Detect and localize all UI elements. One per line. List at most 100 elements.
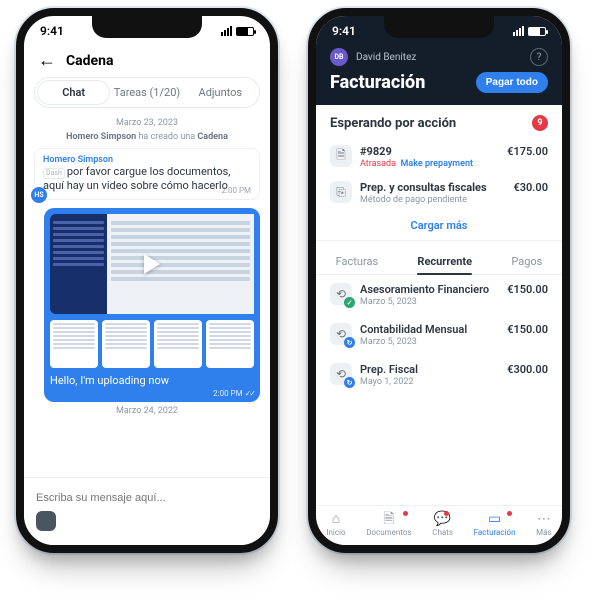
nav-label: Documentos [366, 528, 411, 537]
recurring-date: Mayo 1, 2022 [360, 377, 548, 387]
message-composer [24, 477, 270, 545]
recurring-item[interactable]: ⟲↻ Prep. Fiscal€300.00 Mayo 1, 2022 [330, 355, 548, 395]
signal-icon [221, 26, 232, 36]
status-indicators [221, 26, 254, 36]
help-icon[interactable]: ? [530, 48, 548, 66]
nav-chats[interactable]: 💬Chats [432, 512, 453, 537]
chat-header: ← Cadena [24, 46, 270, 77]
billing-phone: 9:41 DB David Benitez ? Facturación Paga… [308, 8, 570, 553]
nav-label: Chats [432, 528, 453, 537]
nav-home[interactable]: ⌂ Inicio [326, 512, 345, 537]
status-bar: 9:41 [316, 16, 562, 46]
status-indicators [513, 26, 546, 36]
recurring-date: Marzo 5, 2023 [360, 337, 548, 347]
bottom-navbar: ⌂Inicio 🗎Documentos 💬Chats ▭Facturación … [316, 505, 562, 545]
recurring-price: €150.00 [507, 323, 548, 336]
nav-label: Inicio [326, 528, 345, 537]
doc-thumb[interactable] [154, 320, 202, 368]
billing-tabs: Facturas Recurrente Pagos [316, 241, 562, 275]
recurring-icon: ⟲↻ [330, 363, 352, 385]
waiting-count-badge: 9 [532, 115, 548, 131]
status-bar: 9:41 [24, 16, 270, 46]
invoice-name: Prep. y consultas fiscales [360, 181, 487, 194]
recurring-name: Prep. Fiscal [360, 363, 418, 376]
nav-more[interactable]: ⋯ Más [536, 512, 551, 537]
outgoing-message[interactable]: Hello, I'm uploading now 2:00 PM✓✓ [44, 208, 260, 402]
date-separator: Marzo 24, 2022 [34, 406, 260, 416]
back-arrow-icon[interactable]: ← [38, 50, 56, 71]
page-title: Facturación [330, 72, 425, 93]
video-attachment[interactable] [50, 214, 254, 314]
recurring-item[interactable]: ⟲↻ Contabilidad Mensual €150.00 Marzo 5, … [330, 315, 548, 355]
recurring-item[interactable]: ⟲✓ Asesoramiento Financiero€150.00 Marzo… [330, 275, 548, 315]
message-body: por favor cargue los documentos, aquí ha… [43, 165, 230, 192]
nav-label: Más [536, 528, 551, 537]
attachment-button[interactable] [36, 511, 56, 531]
message-sender: Homero Simpson [43, 155, 251, 165]
tab-attachments[interactable]: Adjuntos [184, 80, 257, 105]
user-name: David Benitez [356, 52, 416, 63]
doc-thumb[interactable] [50, 320, 98, 368]
signal-icon [513, 26, 524, 36]
status-sync-icon: ↻ [344, 377, 355, 388]
status-time: 9:41 [40, 24, 64, 38]
doc-thumb[interactable] [102, 320, 150, 368]
tab-chat[interactable]: Chat [37, 80, 110, 105]
billing-title-row: Facturación Pagar todo [316, 68, 562, 93]
nav-documents[interactable]: 🗎 Documentos [366, 512, 411, 537]
message-time: 2:00 PM [222, 186, 251, 195]
status-sync-icon: ↻ [344, 337, 355, 348]
tab-tasks[interactable]: Tareas (1/20) [110, 80, 183, 105]
document-icon: 🗎 [330, 145, 352, 167]
system-chain: Cadena [197, 132, 228, 142]
dash-badge: Dash [43, 168, 65, 179]
chat-tabs: Chat Tareas (1/20) Adjuntos [34, 77, 260, 108]
notification-dot [507, 511, 512, 516]
date-separator: Marzo 23, 2023 [34, 118, 260, 128]
wallet-icon: ▭ [488, 512, 501, 526]
system-message: Homero Simpson ha creado una Cadena [34, 132, 260, 142]
tab-facturas[interactable]: Facturas [328, 249, 386, 274]
outgoing-time: 2:00 PM✓✓ [50, 389, 254, 398]
read-checks-icon: ✓✓ [245, 389, 254, 398]
notification-dot [403, 511, 408, 516]
play-icon[interactable] [144, 254, 160, 274]
doc-thumb[interactable] [206, 320, 254, 368]
recurring-icon: ⟲✓ [330, 283, 352, 305]
invoice-item[interactable]: 🗎 #9829 €175.00 Atrasada Make prepayment [330, 139, 548, 175]
message-text: Dashpor favor cargue los documentos, aqu… [43, 165, 251, 193]
nav-label: Facturación [474, 528, 516, 537]
recurring-price: €150.00 [507, 283, 548, 296]
overdue-label: Atrasada [360, 159, 396, 169]
incoming-message[interactable]: Homero Simpson Dashpor favor cargue los … [34, 148, 260, 200]
outgoing-text: Hello, I'm uploading now [50, 374, 254, 387]
tab-recurrente[interactable]: Recurrente [409, 249, 480, 274]
recurring-name: Asesoramiento Financiero [360, 283, 489, 296]
prepayment-link[interactable]: Make prepayment [401, 159, 474, 169]
documents-icon: 🗎 [383, 512, 394, 526]
invoice-number: #9829 [360, 145, 392, 158]
load-more-button[interactable]: Cargar más [330, 211, 548, 236]
billing-header-dark: 9:41 DB David Benitez ? Facturación Paga… [316, 16, 562, 105]
invoice-sub: Atrasada Make prepayment [360, 159, 548, 169]
invoice-price: €30.00 [513, 181, 548, 194]
user-avatar[interactable]: DB [330, 48, 348, 66]
recurring-icon: ⟲↻ [330, 323, 352, 345]
chat-title: Cadena [66, 53, 113, 69]
message-input[interactable] [36, 492, 258, 504]
nav-billing[interactable]: ▭ Facturación [474, 512, 516, 537]
tab-pagos[interactable]: Pagos [503, 249, 550, 274]
receipt-icon: ⎘ [330, 181, 352, 203]
home-icon: ⌂ [332, 512, 340, 526]
notification-dot [444, 511, 449, 516]
recurring-name: Contabilidad Mensual [360, 323, 467, 336]
more-icon: ⋯ [537, 512, 551, 526]
chat-phone: 9:41 ← Cadena Chat Tareas (1/20) Adjunto… [16, 8, 278, 553]
invoice-price: €175.00 [507, 145, 548, 158]
status-ok-icon: ✓ [344, 297, 355, 308]
user-row[interactable]: DB David Benitez ? [316, 46, 562, 68]
pay-all-button[interactable]: Pagar todo [476, 72, 548, 93]
system-text: ha creado una [136, 132, 197, 142]
invoice-item[interactable]: ⎘ Prep. y consultas fiscales €30.00 Méto… [330, 175, 548, 211]
billing-body: Esperando por acción 9 🗎 #9829 €175.00 A… [316, 105, 562, 395]
